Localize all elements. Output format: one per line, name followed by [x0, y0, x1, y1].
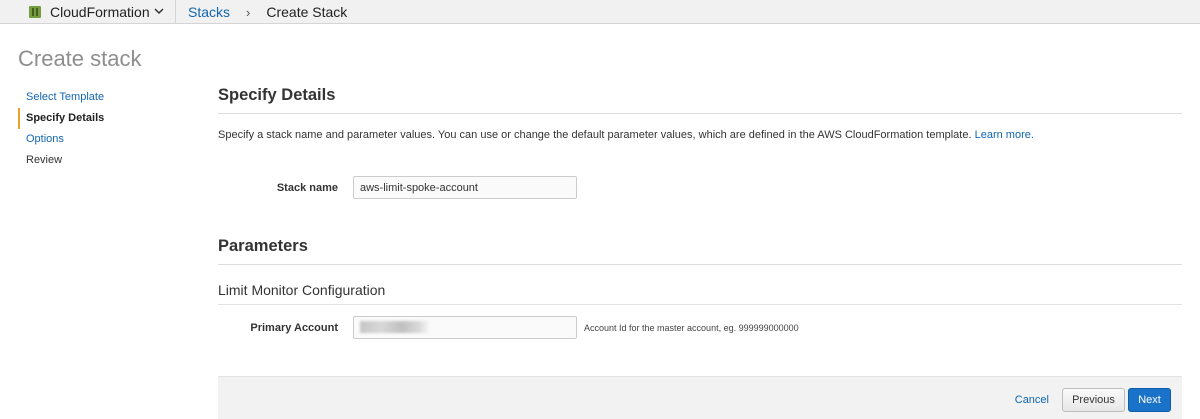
stack-name-label: Stack name	[276, 181, 338, 194]
service-selector[interactable]: CloudFormation	[16, 0, 176, 24]
limit-monitor-configuration-heading: Limit Monitor Configuration	[218, 282, 1182, 305]
primary-account-help: Account Id for the master account, eg. 9…	[584, 322, 799, 333]
breadcrumb-current: Create Stack	[266, 4, 348, 20]
page-title: Create stack	[18, 46, 142, 71]
breadcrumb: Stacks › Create Stack	[188, 0, 347, 24]
breadcrumb-stacks-link[interactable]: Stacks	[188, 4, 230, 20]
cloudformation-icon	[29, 6, 41, 18]
primary-account-field	[353, 316, 577, 339]
stack-name-input[interactable]	[353, 176, 577, 199]
chevron-down-icon[interactable]	[153, 5, 165, 17]
parameters-heading: Parameters	[218, 237, 1182, 265]
primary-account-row: Primary Account Account Id for the maste…	[218, 316, 799, 339]
stack-name-row: Stack name	[218, 176, 577, 199]
breadcrumb-separator: ›	[246, 4, 251, 20]
details-description-text: Specify a stack name and parameter value…	[218, 129, 975, 141]
step-review: Review	[26, 154, 63, 166]
main-content: Specify Details Specify a stack name and…	[218, 86, 1182, 339]
wizard-footer: Cancel Previous Next	[218, 376, 1182, 419]
wizard-steps-nav: Select Template Specify Details Options …	[18, 87, 178, 171]
step-options[interactable]: Options	[18, 129, 178, 150]
learn-more-link[interactable]: Learn more.	[975, 129, 1034, 141]
specify-details-heading: Specify Details	[218, 86, 1182, 114]
step-select-template[interactable]: Select Template	[18, 87, 178, 108]
redacted-account-id	[360, 321, 430, 333]
cancel-button[interactable]: Cancel	[1015, 388, 1049, 412]
step-specify-details: Specify Details	[18, 108, 178, 129]
details-description: Specify a stack name and parameter value…	[218, 129, 1182, 141]
top-navigation-bar: CloudFormation Stacks › Create Stack	[0, 0, 1200, 24]
service-name: CloudFormation	[50, 4, 150, 20]
primary-account-label: Primary Account	[250, 321, 338, 334]
next-button[interactable]: Next	[1128, 388, 1171, 412]
previous-button[interactable]: Previous	[1062, 388, 1125, 412]
